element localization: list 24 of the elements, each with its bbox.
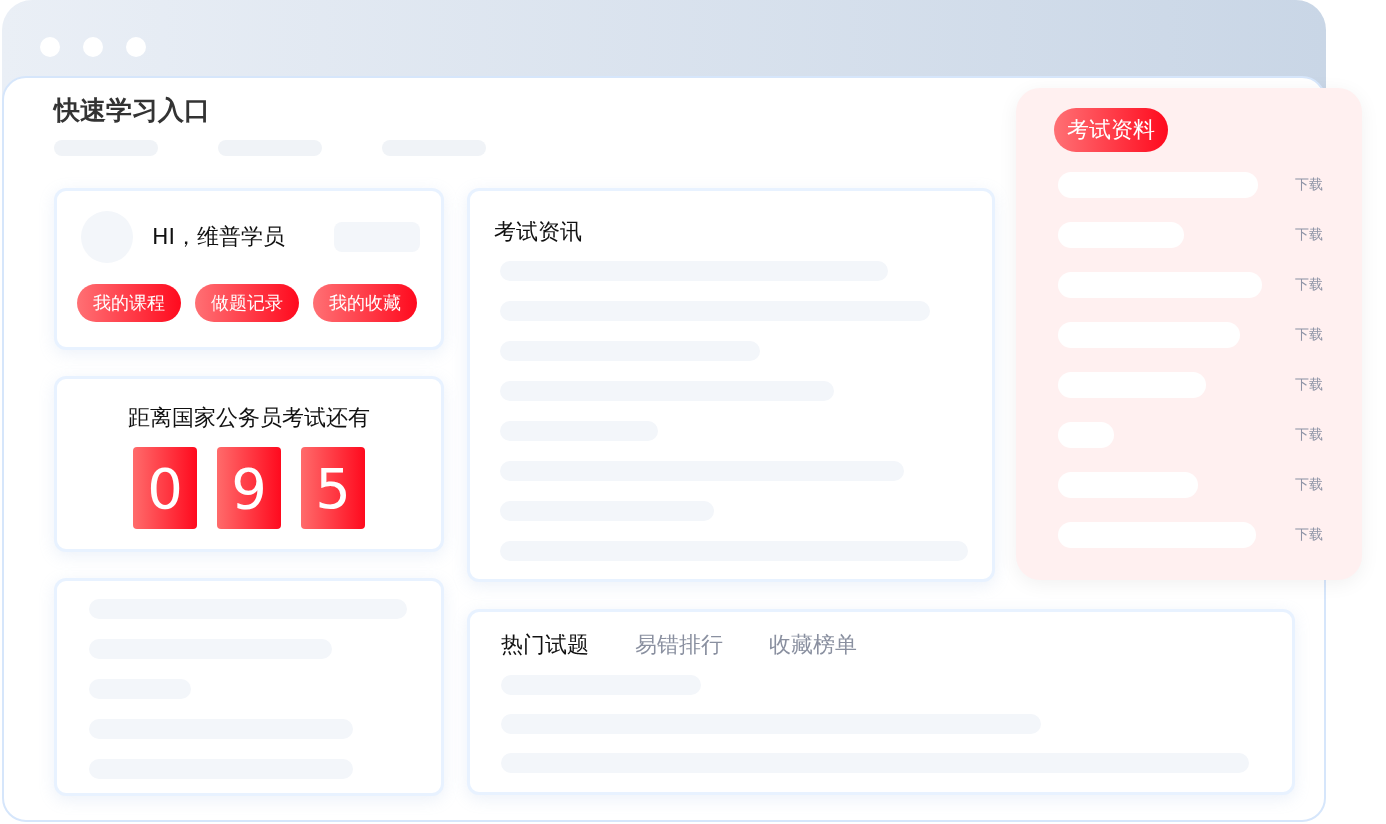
countdown-digit: 5 bbox=[301, 447, 365, 529]
news-title: 考试资讯 bbox=[494, 218, 583, 246]
download-link[interactable]: 下载 bbox=[1295, 476, 1323, 494]
download-link[interactable]: 下载 bbox=[1295, 426, 1323, 444]
shortcut-button[interactable]: 做题记录 bbox=[195, 284, 299, 322]
countdown-digit: 0 bbox=[133, 447, 197, 529]
materials-title: 考试资料 bbox=[1054, 108, 1168, 152]
download-link[interactable]: 下载 bbox=[1295, 176, 1323, 194]
shortcut-button[interactable]: 我的课程 bbox=[77, 284, 181, 322]
tab[interactable]: 易错排行 bbox=[635, 628, 723, 662]
download-link[interactable]: 下载 bbox=[1295, 276, 1323, 294]
greeting-text: HI，维普学员 bbox=[152, 223, 287, 251]
countdown-digit: 9 bbox=[217, 447, 281, 529]
download-link[interactable]: 下载 bbox=[1295, 226, 1323, 244]
download-link[interactable]: 下载 bbox=[1295, 376, 1323, 394]
window-dot-icon bbox=[83, 37, 103, 57]
tab[interactable]: 收藏榜单 bbox=[769, 628, 857, 662]
download-link[interactable]: 下载 bbox=[1295, 526, 1323, 544]
shortcut-button[interactable]: 我的收藏 bbox=[313, 284, 417, 322]
tab[interactable]: 热门试题 bbox=[501, 628, 589, 662]
page-title: 快速学习入口 bbox=[54, 94, 211, 127]
countdown-label: 距离国家公务员考试还有 bbox=[128, 404, 370, 432]
download-link[interactable]: 下载 bbox=[1295, 326, 1323, 344]
window-dot-icon bbox=[126, 37, 146, 57]
